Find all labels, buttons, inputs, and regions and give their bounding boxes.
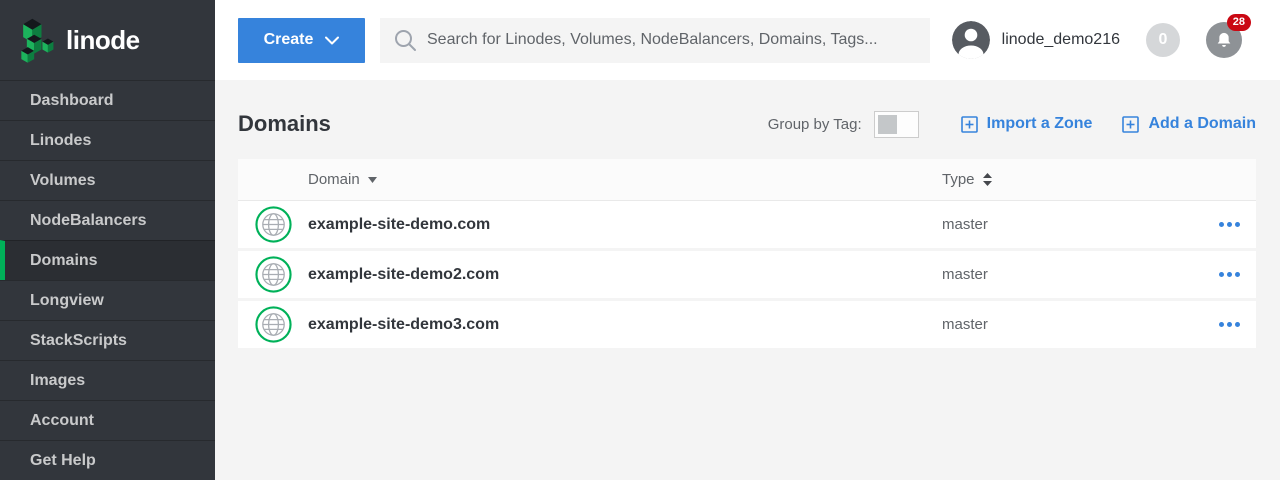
row-actions-menu-button[interactable] <box>1217 266 1242 283</box>
sidebar-item-domains[interactable]: Domains <box>0 240 215 280</box>
sidebar-item-label: Volumes <box>30 172 96 190</box>
events-counter[interactable]: 0 <box>1146 23 1180 57</box>
domain-globe-icon <box>255 306 292 343</box>
page-title: Domains <box>238 111 331 137</box>
sidebar-item-label: Images <box>30 372 85 390</box>
group-by-tag-label: Group by Tag: <box>768 116 862 133</box>
column-header-type[interactable]: Type <box>942 171 992 188</box>
search-input[interactable] <box>427 31 916 49</box>
column-header-domain[interactable]: Domain <box>308 171 377 188</box>
sort-both-icon <box>983 173 992 186</box>
sidebar-item-volumes[interactable]: Volumes <box>0 160 215 200</box>
domain-type: master <box>942 316 988 333</box>
sidebar-item-label: Linodes <box>30 132 91 150</box>
table-header-row: Domain Type <box>238 159 1256 201</box>
column-header-type-label: Type <box>942 171 975 188</box>
linode-logo[interactable]: linode <box>0 0 215 80</box>
avatar[interactable] <box>952 21 990 59</box>
toggle-knob <box>878 115 897 134</box>
sidebar-item-label: Domains <box>30 252 98 270</box>
search-icon <box>394 29 417 52</box>
topbar: Create <box>215 0 1280 80</box>
app-window: linode Dashboard Linodes Volumes NodeBal… <box>0 0 1280 480</box>
linode-wordmark: linode <box>66 25 140 56</box>
username[interactable]: linode_demo216 <box>1002 31 1120 49</box>
row-actions-menu-button[interactable] <box>1217 316 1242 333</box>
sidebar-item-get-help[interactable]: Get Help <box>0 440 215 480</box>
table-row: example-site-demo2.com master <box>238 251 1256 301</box>
sidebar-item-nodebalancers[interactable]: NodeBalancers <box>0 200 215 240</box>
create-button-label: Create <box>264 31 314 49</box>
bell-icon <box>1214 30 1234 50</box>
sidebar-item-label: StackScripts <box>30 332 127 350</box>
main-content: Domains Group by Tag: Import a Zone <box>215 80 1280 480</box>
sidebar-item-label: Get Help <box>30 452 96 470</box>
sidebar-item-linodes[interactable]: Linodes <box>0 120 215 160</box>
column-header-domain-label: Domain <box>308 171 360 188</box>
sidebar-item-label: Dashboard <box>30 92 114 110</box>
sidebar-item-label: NodeBalancers <box>30 212 147 230</box>
import-a-zone-label: Import a Zone <box>987 115 1093 133</box>
sidebar-item-account[interactable]: Account <box>0 400 215 440</box>
table-row: example-site-demo3.com master <box>238 301 1256 351</box>
domain-globe-icon <box>255 206 292 243</box>
sidebar-item-dashboard[interactable]: Dashboard <box>0 80 215 120</box>
import-a-zone-link[interactable]: Import a Zone <box>961 115 1093 133</box>
row-actions-menu-button[interactable] <box>1217 216 1242 233</box>
domain-type: master <box>942 216 988 233</box>
sidebar: linode Dashboard Linodes Volumes NodeBal… <box>0 0 215 480</box>
plus-square-icon <box>961 116 978 133</box>
sidebar-nav: Dashboard Linodes Volumes NodeBalancers … <box>0 80 215 480</box>
notifications-button[interactable]: 28 <box>1206 22 1242 58</box>
sidebar-item-images[interactable]: Images <box>0 360 215 400</box>
linode-logo-icon <box>14 12 58 69</box>
domain-link[interactable]: example-site-demo.com <box>308 216 490 234</box>
chevron-down-icon <box>325 36 339 45</box>
add-a-domain-label: Add a Domain <box>1148 115 1256 133</box>
plus-square-icon <box>1122 116 1139 133</box>
search-bar[interactable] <box>380 18 930 63</box>
sidebar-item-label: Longview <box>30 292 104 310</box>
domain-type: master <box>942 266 988 283</box>
sort-descending-icon <box>368 177 377 183</box>
domain-globe-icon <box>255 256 292 293</box>
notifications-count-badge: 28 <box>1227 14 1251 31</box>
group-by-tag-toggle[interactable] <box>874 111 919 138</box>
sidebar-item-label: Account <box>30 412 94 430</box>
sidebar-item-longview[interactable]: Longview <box>0 280 215 320</box>
domain-link[interactable]: example-site-demo3.com <box>308 316 499 334</box>
table-row: example-site-demo.com master <box>238 201 1256 251</box>
sidebar-item-stackscripts[interactable]: StackScripts <box>0 320 215 360</box>
add-a-domain-link[interactable]: Add a Domain <box>1122 115 1256 133</box>
create-button[interactable]: Create <box>238 18 365 63</box>
domains-table: Domain Type <box>238 159 1256 351</box>
domain-link[interactable]: example-site-demo2.com <box>308 266 499 284</box>
